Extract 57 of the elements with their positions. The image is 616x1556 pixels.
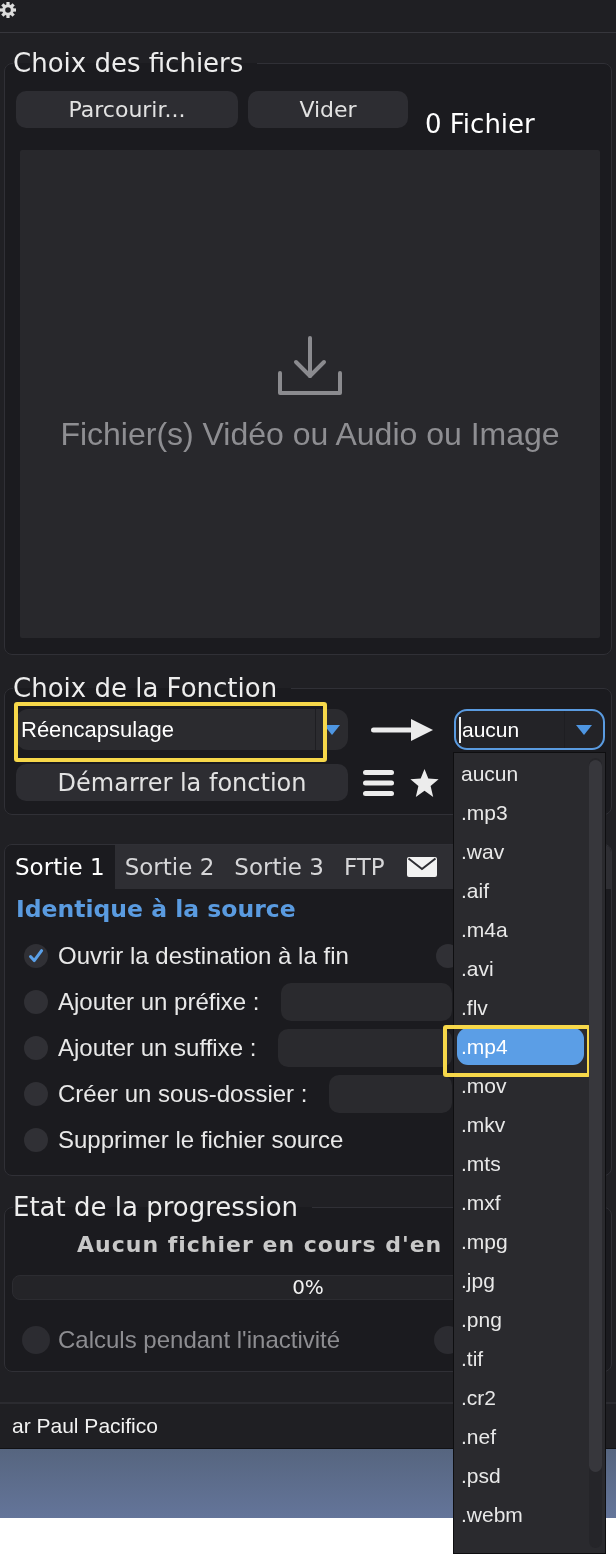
input-field[interactable] [281, 983, 452, 1021]
checkbox[interactable] [24, 944, 48, 968]
dropdown-option[interactable]: .aif [457, 872, 584, 909]
function-select[interactable]: Réencapsulage [16, 709, 348, 750]
dropdown-option[interactable]: aucun [457, 755, 584, 792]
input-field[interactable] [329, 1075, 452, 1113]
drop-zone[interactable]: Fichier(s) Vidéo ou Audio ou Image [20, 150, 600, 638]
panel-title: Etat de la progression [13, 1192, 300, 1222]
output-tab[interactable]: Sortie 1 [5, 845, 115, 889]
section-heading: Identique à la source [16, 894, 297, 924]
dropdown-option[interactable]: .wav [457, 833, 584, 870]
drop-zone-hint: Fichier(s) Vidéo ou Audio ou Image [60, 415, 560, 453]
option-label: Ajouter un suffixe : [58, 1034, 257, 1062]
dropdown-option[interactable]: .mxf [457, 1184, 584, 1221]
option-label: Créer un sous-dossier : [58, 1080, 308, 1108]
panel-title: Choix des fichiers [13, 48, 245, 78]
settings-icon[interactable] [0, 2, 16, 18]
credit-text: ar Paul Pacifico [12, 1413, 158, 1439]
panel-title: Choix de la Fonction [13, 673, 279, 703]
menu-icon[interactable] [363, 769, 394, 796]
arrow-icon [371, 718, 433, 741]
dropdown-option[interactable]: .nef [457, 1418, 584, 1455]
download-icon [276, 335, 344, 397]
dropdown-option[interactable]: .jpg [457, 1262, 584, 1299]
dropdown-option[interactable]: .webm [457, 1496, 584, 1533]
dropdown-option[interactable]: .cr2 [457, 1379, 584, 1416]
dropdown-option[interactable]: .flv [457, 989, 584, 1026]
output-tab[interactable]: FTP [333, 845, 395, 889]
dropdown-option[interactable]: .png [457, 1301, 584, 1338]
dropdown-option[interactable]: .mp3 [457, 794, 584, 831]
output-tab[interactable]: Sortie 2 [114, 845, 225, 889]
option-label: Supprimer le fichier source [58, 1126, 344, 1154]
input-field[interactable] [278, 1029, 452, 1067]
envelope-icon [406, 857, 437, 877]
dropdown-option[interactable]: .avi [457, 950, 584, 987]
dropdown-option[interactable]: .mov [457, 1067, 584, 1104]
output-tab[interactable]: Sortie 3 [224, 845, 334, 889]
option-label: Calculs pendant l'inactivité [58, 1326, 341, 1354]
dropdown-option[interactable]: .psd [457, 1457, 584, 1494]
dropdown-option[interactable]: .mpg [457, 1223, 584, 1260]
clear-button[interactable]: Vider [248, 91, 408, 128]
progress-percent: 0% [292, 1276, 324, 1299]
start-button[interactable]: Démarrer la fonction [16, 764, 348, 801]
dropdown-option[interactable]: .mts [457, 1145, 584, 1182]
text-cursor-icon [459, 716, 461, 743]
file-count: 0 Fichier [425, 109, 535, 139]
option-label: Ajouter un préfixe : [58, 988, 260, 1016]
caret-icon [576, 724, 592, 735]
star-icon[interactable] [410, 768, 439, 797]
option-label: Ouvrir la destination à la fin [58, 942, 349, 970]
caret-icon [324, 724, 340, 735]
dropdown-option[interactable]: .mkv [457, 1106, 584, 1143]
status-text: Aucun fichier en cours d'en [77, 1231, 443, 1259]
dropdown-option[interactable]: .m4a [457, 911, 584, 948]
dropdown-option[interactable]: .tif [457, 1340, 584, 1377]
format-select[interactable]: aucun [454, 709, 605, 750]
browse-button[interactable]: Parcourir... [16, 91, 238, 128]
